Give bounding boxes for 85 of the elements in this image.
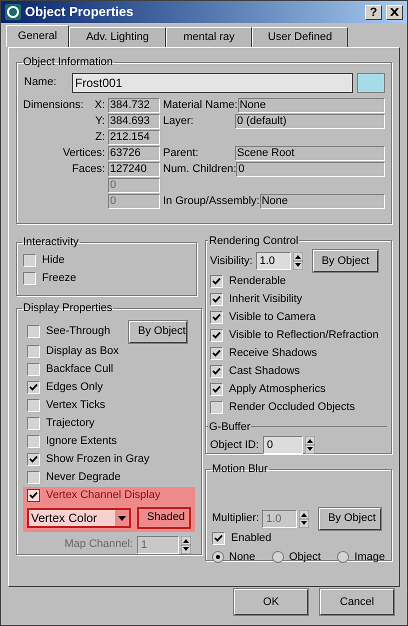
- color-swatch[interactable]: [357, 72, 385, 92]
- close-icon: [390, 8, 399, 16]
- tab[interactable]: General: [6, 25, 69, 47]
- value-field: None: [238, 98, 385, 113]
- group-title: Interactivity: [22, 235, 80, 250]
- help-button[interactable]: ?: [365, 4, 382, 20]
- value-field: Scene Root: [235, 146, 385, 161]
- field-label: Dimensions:: [23, 98, 84, 114]
- field-label: In Group/Assembly:: [162, 194, 260, 210]
- window-title: Object Properties: [25, 3, 134, 22]
- field-label: Object ID:: [210, 438, 259, 453]
- ok-button[interactable]: OK: [234, 589, 308, 615]
- field-label: Multiplier:: [212, 511, 260, 526]
- tab[interactable]: mental ray: [166, 27, 252, 47]
- checkbox[interactable]: Trajectory: [27, 414, 94, 432]
- checkbox[interactable]: Vertex Channel Display: [27, 486, 191, 504]
- field-label: Map Channel:: [64, 537, 133, 552]
- field-label: Layer:: [162, 114, 195, 130]
- field-label: Faces:: [72, 162, 105, 178]
- by-object-button[interactable]: By Object: [319, 508, 382, 530]
- checkbox[interactable]: Receive Shadows: [210, 344, 387, 362]
- spinner-arrows-icon[interactable]: [304, 436, 315, 454]
- spinner-arrows-icon[interactable]: [181, 536, 191, 554]
- field-label: X:: [94, 98, 105, 114]
- check-icon: [29, 383, 38, 392]
- checkbox[interactable]: Cast Shadows: [210, 362, 387, 380]
- cancel-button[interactable]: Cancel: [320, 589, 394, 615]
- check-icon: [29, 491, 38, 500]
- group-title: Motion Blur: [211, 462, 269, 477]
- group-title: Object Information: [22, 55, 114, 70]
- value-field: 0: [108, 194, 160, 209]
- tab[interactable]: User Defined: [252, 27, 348, 47]
- channel-dropdown[interactable]: Vertex Color: [27, 508, 131, 528]
- checkbox[interactable]: Freeze: [23, 270, 190, 288]
- checkbox[interactable]: Hide: [23, 252, 190, 270]
- field-label: Visibility:: [210, 254, 253, 269]
- checkbox[interactable]: Backface Cull: [27, 360, 114, 378]
- radio-button[interactable]: Object: [272, 548, 321, 565]
- value-field: 0: [236, 162, 385, 177]
- checkbox[interactable]: Never Degrade: [27, 468, 121, 486]
- field-label: Vertices:: [62, 146, 105, 162]
- checkbox[interactable]: Show Frozen in Gray: [27, 450, 150, 468]
- value-field: 127240: [108, 162, 160, 177]
- object-id-field[interactable]: 0: [262, 436, 303, 454]
- app-icon: [5, 4, 21, 20]
- close-button[interactable]: [386, 4, 403, 20]
- checkbox[interactable]: Visible to Reflection/Refraction: [210, 326, 387, 344]
- field-label: Material Name:: [162, 98, 238, 114]
- value-field: 384.693: [108, 114, 160, 129]
- value-field: 212.154: [108, 130, 160, 145]
- field-label: Parent:: [162, 146, 200, 162]
- checkbox[interactable]: Edges Only: [27, 378, 103, 396]
- group-title: Display Properties: [22, 301, 114, 316]
- radio-button[interactable]: Image: [337, 548, 385, 565]
- field-label: Y:: [95, 114, 105, 130]
- check-icon: [214, 534, 223, 543]
- checkbox[interactable]: Inherit Visibility: [210, 290, 387, 308]
- by-object-button[interactable]: By Object: [312, 250, 378, 272]
- field-label: Name:: [24, 75, 58, 90]
- checkbox[interactable]: Display as Box: [27, 342, 119, 360]
- checkbox[interactable]: Ignore Extents: [27, 432, 117, 450]
- field-label: Z:: [95, 130, 105, 146]
- value-field: 0 (default): [235, 114, 385, 129]
- check-icon: [29, 455, 38, 464]
- checkbox[interactable]: Render Occluded Objects: [210, 398, 387, 416]
- radio-button[interactable]: None: [212, 548, 256, 565]
- tab[interactable]: Adv. Lighting: [69, 27, 166, 47]
- name-field[interactable]: Frost001: [72, 72, 353, 92]
- spinner-arrows-icon[interactable]: [299, 510, 310, 528]
- visibility-field[interactable]: 1.0: [256, 252, 291, 270]
- group-title: Rendering Control: [208, 233, 300, 250]
- checkbox[interactable]: Visible to Camera: [210, 308, 387, 326]
- spinner-arrows-icon[interactable]: [292, 252, 303, 270]
- shaded-button[interactable]: Shaded: [137, 506, 191, 528]
- checkbox[interactable]: See-Through: [27, 322, 110, 340]
- value-field: None: [260, 194, 385, 209]
- value-field: 0: [108, 178, 160, 193]
- checkbox[interactable]: Renderable: [210, 272, 387, 290]
- value-field: 63726: [108, 146, 160, 161]
- by-object-button[interactable]: By Object: [129, 320, 187, 342]
- value-field: 384.732: [108, 98, 160, 113]
- checkbox[interactable]: Vertex Ticks: [27, 396, 106, 414]
- checkbox[interactable]: Enabled: [212, 530, 385, 548]
- checkbox[interactable]: Apply Atmospherics: [210, 380, 387, 398]
- field-label: Num. Children:: [162, 162, 236, 178]
